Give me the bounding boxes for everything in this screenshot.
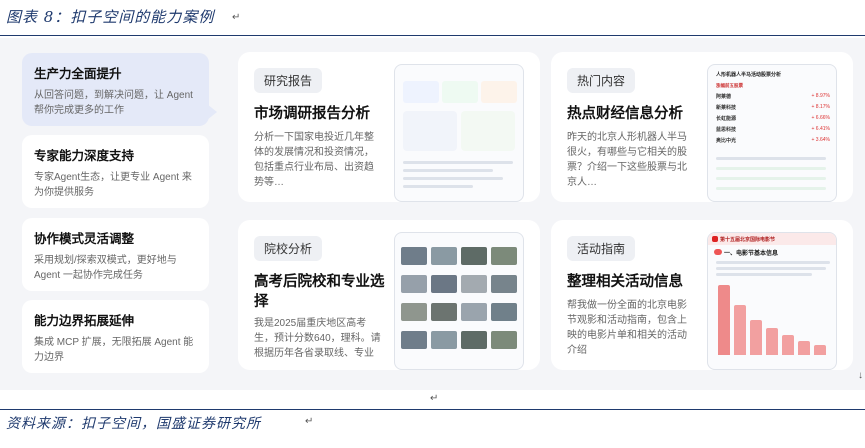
campus-photo xyxy=(401,247,427,265)
thumb-section: 一、电影节基本信息 xyxy=(724,251,779,257)
feature-title: 能力边界拓展延伸 xyxy=(34,314,135,328)
campus-photo xyxy=(401,275,427,293)
card-title: 整理相关活动信息 xyxy=(567,274,683,290)
campus-photo xyxy=(431,247,457,265)
feature-desc: 集成 MCP 扩展，无限拓展 Agent 能力边界 xyxy=(34,337,194,363)
event-bar xyxy=(734,305,746,355)
showcase-panel: 生产力全面提升 从回答问题，到解决问题，让 Agent 帮你完成更多的工作 专家… xyxy=(0,38,865,390)
campus-photo xyxy=(491,247,517,265)
card-desc: 帮我做一份全面的北京电影节观影和活动指南，包含上映的电影片单和相关的活动介绍 xyxy=(567,300,687,356)
card-desc: 分析一下国家电投近几年整体的发展情况和投资情况，包括重点行业布局、出资趋势等… xyxy=(254,132,374,188)
feature-productivity[interactable]: 生产力全面提升 从回答问题，到解决问题，让 Agent 帮你完成更多的工作 xyxy=(22,53,209,126)
paragraph-mark: ↵ xyxy=(305,416,314,427)
event-bar xyxy=(718,285,730,355)
feature-desc: 专家Agent生态，让更专业 Agent 来为你提供服务 xyxy=(34,172,192,198)
flag-icon xyxy=(712,236,718,242)
feature-title: 生产力全面提升 xyxy=(34,67,122,81)
campus-photo xyxy=(461,331,487,349)
paragraph-mark: ↵ xyxy=(430,393,439,404)
film-icon xyxy=(714,249,722,255)
campus-photo xyxy=(401,331,427,349)
campus-photo xyxy=(431,303,457,321)
campus-photo xyxy=(491,275,517,293)
card-desc: 昨天的北京人形机器人半马很火，有哪些与它相关的股票？介绍一下这些股票与北京人… xyxy=(567,132,687,188)
event-bar xyxy=(750,320,762,355)
case-card-finance[interactable]: 热门内容 热点财经信息分析 昨天的北京人形机器人半马很火，有哪些与它相关的股票？… xyxy=(551,52,853,202)
campus-photo xyxy=(461,247,487,265)
stock-row: 蓝思科技 + 6.41% xyxy=(716,126,830,133)
case-card-college[interactable]: 院校分析 高考后院校和专业选择 我是2025届重庆地区高考生，预计分数640，理… xyxy=(238,220,540,370)
top-rule xyxy=(0,35,865,36)
paragraph-mark: ↓ xyxy=(858,370,863,381)
stock-row: 阿莱德 + 8.97% xyxy=(716,93,830,100)
source-note: 资料来源：扣子空间，国盛证券研究所 xyxy=(6,416,261,432)
card-title: 市场调研报告分析 xyxy=(254,106,370,122)
campus-photo xyxy=(431,331,457,349)
paragraph-mark: ↵ xyxy=(232,12,241,23)
card-thumbnail: 人形机器人半马活动股票分析 涨幅前五股票 阿莱德 + 8.97% 新莱科技 + 8.… xyxy=(707,64,837,202)
stock-row: 奥比中光 + 3.64% xyxy=(716,137,830,144)
event-bar xyxy=(782,335,794,355)
feature-extension[interactable]: 能力边界拓展延伸 集成 MCP 扩展，无限拓展 Agent 能力边界 xyxy=(22,300,209,373)
thumb-title: 人形机器人半马活动股票分析 xyxy=(716,72,782,78)
card-tag: 研究报告 xyxy=(254,68,323,93)
card-tag: 活动指南 xyxy=(567,236,636,261)
bottom-rule xyxy=(0,409,865,410)
card-title: 热点财经信息分析 xyxy=(567,106,683,122)
thumb-header: 第十五届北京国际电影节 xyxy=(708,233,836,245)
card-tag: 院校分析 xyxy=(254,236,323,261)
event-bar xyxy=(766,328,778,355)
event-bar xyxy=(798,341,810,355)
feature-desc: 采用规划/探索双模式，更好地与 Agent 一起协作完成任务 xyxy=(34,255,177,281)
card-thumbnail: 第十五届北京国际电影节 一、电影节基本信息 xyxy=(707,232,837,370)
campus-photo xyxy=(461,303,487,321)
feature-title: 协作模式灵活调整 xyxy=(34,232,135,246)
stock-row: 新莱科技 + 8.17% xyxy=(716,104,830,111)
campus-photo xyxy=(491,303,517,321)
feature-desc: 从回答问题，到解决问题，让 Agent 帮你完成更多的工作 xyxy=(34,90,193,116)
card-desc: 我是2025届重庆地区高考生，预计分数640，理科。请根据历年各省录取线、专业热… xyxy=(254,318,381,359)
campus-photo xyxy=(491,331,517,349)
feature-expert[interactable]: 专家能力深度支持 专家Agent生态，让更专业 Agent 来为你提供服务 xyxy=(22,135,209,208)
card-tag: 热门内容 xyxy=(567,68,636,93)
case-card-event[interactable]: 活动指南 整理相关活动信息 帮我做一份全面的北京电影节观影和活动指南，包含上映的… xyxy=(551,220,853,370)
card-thumbnail xyxy=(394,64,524,202)
active-pointer xyxy=(207,104,217,120)
campus-photo xyxy=(461,275,487,293)
card-thumbnail xyxy=(394,232,524,370)
card-title: 高考后院校和专业选择 xyxy=(254,274,385,310)
stock-row: 长虹能源 + 6.66% xyxy=(716,115,830,122)
campus-photo xyxy=(431,275,457,293)
feature-title: 专家能力深度支持 xyxy=(34,149,135,163)
thumb-section: 涨幅前五股票 xyxy=(716,83,743,88)
campus-photo xyxy=(401,303,427,321)
figure-caption: 图表 8：扣子空间的能力案例 xyxy=(6,8,215,26)
case-card-research[interactable]: 研究报告 市场调研报告分析 分析一下国家电投近几年整体的发展情况和投资情况，包括… xyxy=(238,52,540,202)
feature-collaboration[interactable]: 协作模式灵活调整 采用规划/探索双模式，更好地与 Agent 一起协作完成任务 xyxy=(22,218,209,291)
event-bar xyxy=(814,345,826,355)
